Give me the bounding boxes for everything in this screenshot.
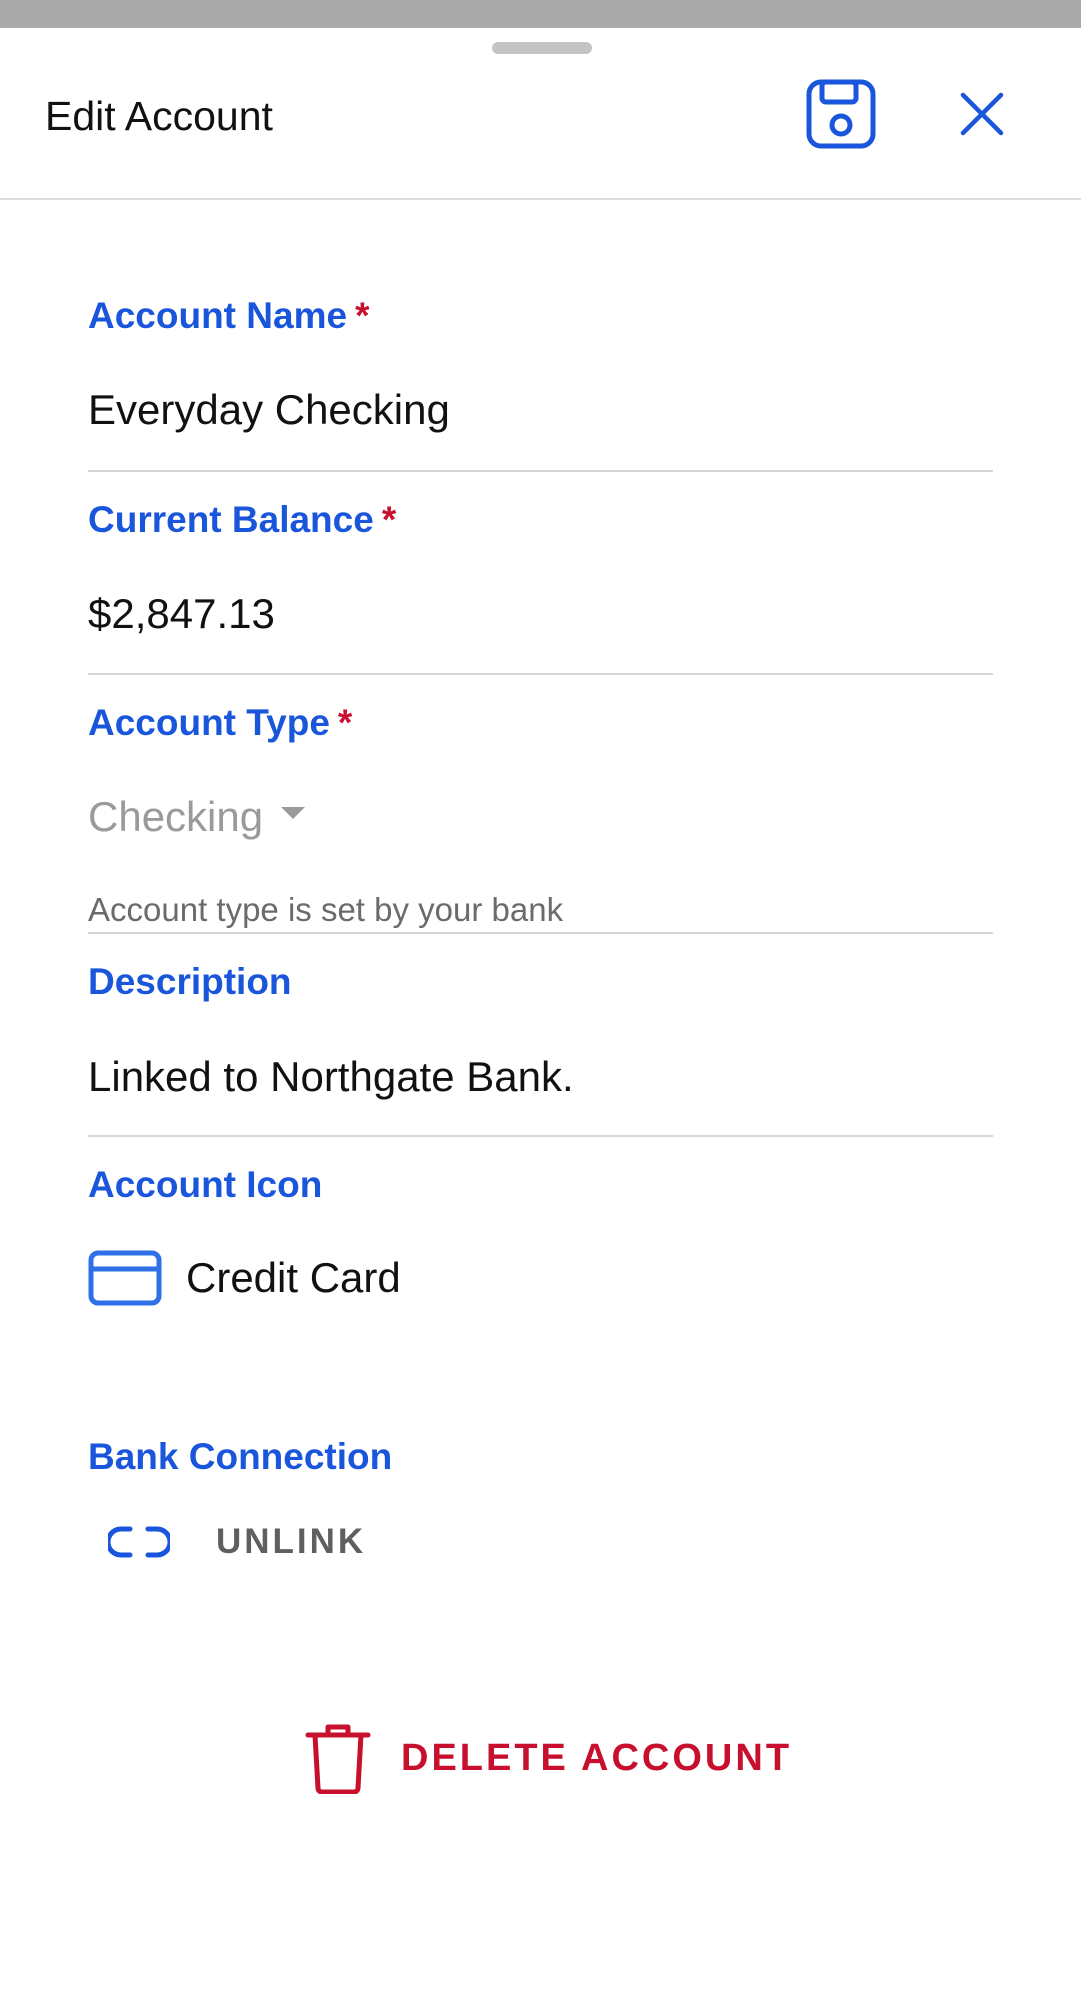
delete-account-label: DELETE ACCOUNT [401,1736,793,1779]
page-title: Edit Account [45,93,273,139]
delete-account-button[interactable]: DELETE ACCOUNT [305,1722,792,1794]
bank-connection-label: Bank Connection [88,1436,393,1477]
account-type-helper: Account type is set by your bank [88,891,564,928]
required-mark: * [337,702,353,743]
trash-icon [305,1722,371,1794]
unlink-button[interactable]: UNLINK [108,1522,428,1562]
save-button[interactable] [800,78,882,154]
account-type-select[interactable]: Checking [88,792,993,842]
account-type-underline [88,932,993,934]
current-balance-label-row: Current Balance * [88,498,993,542]
status-bar-backdrop [0,0,1081,28]
account-icon-label-row: Account Icon [88,1163,993,1207]
account-type-label-row: Account Type * [88,701,993,745]
account-icon-value: Credit Card [186,1254,401,1301]
unlink-icon [108,1524,170,1560]
description-underline [88,1135,993,1137]
close-button[interactable] [950,84,1014,148]
description-input[interactable]: Linked to Northgate Bank. [88,1052,993,1102]
current-balance-label: Current Balance [88,499,374,540]
chevron-down-icon [281,807,306,819]
account-name-underline [88,470,993,472]
account-type-label: Account Type [88,702,330,743]
account-name-input[interactable]: Everyday Checking [88,385,993,435]
account-name-label-row: Account Name * [88,294,993,338]
required-mark: * [381,499,397,540]
credit-card-icon [88,1250,162,1306]
unlink-label: UNLINK [216,1522,367,1561]
current-balance-underline [88,673,993,675]
description-label-row: Description [88,960,993,1004]
account-type-value: Checking [88,793,264,840]
bank-connection-label-row: Bank Connection [88,1435,993,1479]
account-icon-label: Account Icon [88,1164,323,1205]
save-icon [806,79,876,154]
account-icon-picker[interactable]: Credit Card [88,1250,993,1306]
description-label: Description [88,961,292,1002]
required-mark: * [355,295,370,336]
account-name-label: Account Name [88,295,348,336]
close-icon [960,92,1004,141]
current-balance-input[interactable]: $2,847.13 [88,589,993,639]
